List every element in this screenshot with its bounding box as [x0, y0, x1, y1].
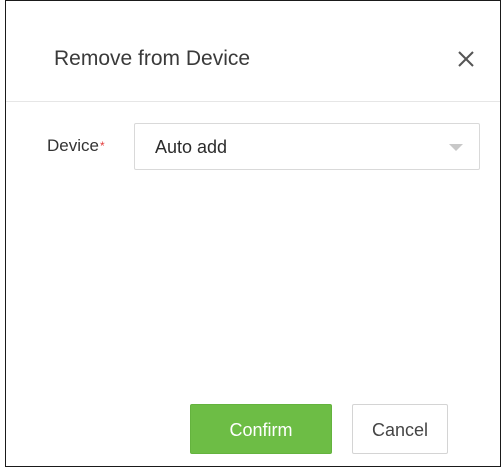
- close-icon: [458, 51, 474, 67]
- device-field-label: Device*: [47, 135, 105, 157]
- device-select-value: Auto add: [155, 137, 228, 157]
- chevron-down-icon: [449, 144, 463, 151]
- dialog-title: Remove from Device: [54, 47, 251, 70]
- cancel-button[interactable]: Cancel: [352, 404, 448, 454]
- required-mark: *: [99, 139, 105, 153]
- device-select[interactable]: Auto add: [134, 123, 480, 170]
- remove-from-device-dialog: Remove from Device Device* Auto add Conf…: [5, 0, 501, 467]
- close-button[interactable]: [454, 47, 478, 71]
- dialog-header: Remove from Device: [6, 1, 500, 102]
- device-label-text: Device: [47, 136, 99, 155]
- confirm-button[interactable]: Confirm: [190, 404, 332, 454]
